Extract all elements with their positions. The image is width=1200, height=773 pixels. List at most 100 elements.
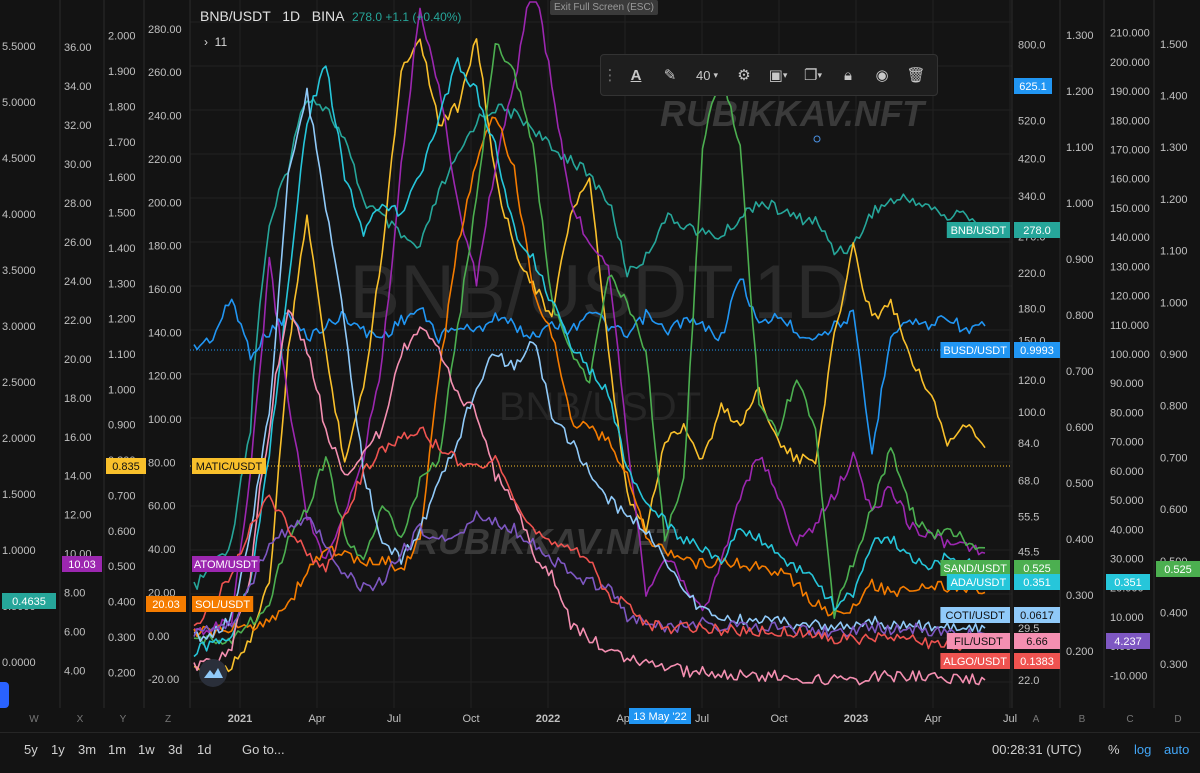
y-tick-label-right: 1.300 <box>1066 30 1094 42</box>
legend-interval: 1D <box>282 8 301 24</box>
y-tick-label-left: 26.00 <box>64 237 92 249</box>
y-tick-label-right: 68.0 <box>1018 475 1039 487</box>
y-tick-label-left: 2.5000 <box>2 377 36 389</box>
drawing-toolbar: ⋮ A ✎ 40 ▾ ⚙ ▣ ▾ ❐ ▾ 🔒︎ ◉ 🗑︎ <box>600 54 938 96</box>
y-tick-label-right: 800.0 <box>1018 39 1046 51</box>
y-tick-label-right: 0.900 <box>1066 254 1094 266</box>
y-tick-label-left: 140.00 <box>148 327 182 339</box>
series-tag: ALGO/USDT 0.1383 <box>940 653 1060 669</box>
timeframe-1m[interactable]: 1m <box>108 742 126 757</box>
y-tick-label-left: 28.00 <box>64 198 92 210</box>
series-tag-value: 278.0 <box>1023 225 1051 237</box>
scale-letter: B <box>1079 714 1086 725</box>
series-tag-name: ATOM/USDT <box>194 559 258 571</box>
y-tick-label-right: 520.0 <box>1018 116 1046 128</box>
y-tick-label-left: 0.200 <box>108 667 136 679</box>
scale-letter: D <box>1174 714 1181 725</box>
gear-icon[interactable]: ⚙ <box>727 55 761 95</box>
y-tick-label-left: 80.00 <box>148 457 176 469</box>
font-size-select[interactable]: 40 ▾ <box>687 55 727 95</box>
y-tick-label-left: 18.00 <box>64 393 92 405</box>
y-tick-label-right: 84.0 <box>1018 438 1039 450</box>
log-scale-button[interactable]: log <box>1134 742 1151 757</box>
y-tick-label-right: 100.0 <box>1018 407 1046 419</box>
y-tick-label-left: 3.5000 <box>2 265 36 277</box>
y-tick-label-right: 10.000 <box>1110 612 1144 624</box>
y-tick-label-right: 190.000 <box>1110 86 1150 98</box>
chevron-right-icon: › <box>204 35 208 49</box>
drag-handle-icon[interactable]: ⋮ <box>601 55 619 95</box>
y-tick-label-left: 1.000 <box>108 384 136 396</box>
x-tick-label: 2023 <box>844 713 868 725</box>
indicators-toggle[interactable]: › 11 <box>204 35 227 49</box>
eye-icon[interactable]: ◉ <box>865 55 899 95</box>
series-tag: FIL/USDT 6.66 <box>946 633 1060 649</box>
y-tick-label-right: 0.600 <box>1160 504 1188 516</box>
text-color-button[interactable]: A <box>619 55 653 95</box>
timeframe-3d[interactable]: 3d <box>168 742 182 757</box>
legend-symbol: BNB/USDT <box>200 8 271 24</box>
x-tick-label: 2022 <box>536 713 560 725</box>
y-tick-label-left: 4.00 <box>64 666 85 678</box>
y-tick-label-right: 130.000 <box>1110 261 1150 273</box>
chart-stage[interactable]: BNB/USDT 1D BNB/USDT RUBIKKAV.NFT RUBIKKAV.… <box>0 0 1200 768</box>
y-tick-label-right: 200.000 <box>1110 57 1150 69</box>
scale-letter: Z <box>165 714 171 725</box>
exit-fullscreen-button[interactable]: Exit Full Screen (ESC) <box>550 0 658 15</box>
y-tick-label-left: 1.900 <box>108 66 136 78</box>
y-tick-label-right: 1.200 <box>1160 194 1188 206</box>
y-tick-label-left: 5.0000 <box>2 97 36 109</box>
timeframe-3m[interactable]: 3m <box>78 742 96 757</box>
template-icon[interactable]: ▣ ▾ <box>761 55 795 95</box>
sidebar-expand-handle[interactable] <box>0 682 9 708</box>
timeframe-1y[interactable]: 1y <box>51 742 65 757</box>
timeframe-1w[interactable]: 1w <box>138 742 155 757</box>
pencil-icon[interactable]: ✎ <box>653 55 687 95</box>
y-tick-label-left: 4.5000 <box>2 153 36 165</box>
y-tick-label-left: 0.400 <box>108 597 136 609</box>
timeframe-1d[interactable]: 1d <box>197 742 211 757</box>
y-tick-label-right: 0.200 <box>1066 646 1094 658</box>
chart-svg[interactable]: BNB/USDT 1DBNB/USDTRUBIKKAV.NFTRUBIKKAV.… <box>0 0 1200 768</box>
y-tick-label-right: 0.400 <box>1160 607 1188 619</box>
axis-price-tag: 20.03 <box>152 599 180 611</box>
y-tick-label-left: 160.00 <box>148 284 182 296</box>
y-tick-label-right: 30.000 <box>1110 554 1144 566</box>
x-tick-label: Oct <box>462 713 479 725</box>
y-tick-label-right: -10.000 <box>1110 670 1147 682</box>
goto-button[interactable]: Go to... <box>242 742 285 757</box>
watermark-sub: BNB/USDT <box>499 385 701 429</box>
y-tick-label-left: 1.200 <box>108 314 136 326</box>
y-tick-label-left: 1.700 <box>108 137 136 149</box>
y-tick-label-left: 1.0000 <box>2 545 36 557</box>
y-tick-label-left: 8.00 <box>64 588 85 600</box>
y-tick-label-right: 1.100 <box>1160 246 1188 258</box>
y-tick-label-right: 0.700 <box>1066 366 1094 378</box>
y-tick-label-right: 180.0 <box>1018 303 1046 315</box>
series-tag-name: FIL/USDT <box>954 636 1003 648</box>
y-tick-label-right: 170.000 <box>1110 144 1150 156</box>
y-tick-label-right: 0.600 <box>1066 422 1094 434</box>
timeframe-5y[interactable]: 5y <box>24 742 38 757</box>
y-tick-label-left: 2.000 <box>108 31 136 43</box>
y-tick-label-right: 1.300 <box>1160 142 1188 154</box>
auto-scale-button[interactable]: auto <box>1164 742 1189 757</box>
y-tick-label-right: 1.400 <box>1160 91 1188 103</box>
y-tick-label-right: 40.000 <box>1110 524 1144 536</box>
tradingview-logo[interactable] <box>199 659 227 687</box>
chevron-down-icon: ▾ <box>817 69 822 80</box>
y-tick-label-left: 34.00 <box>64 81 92 93</box>
trash-icon[interactable]: 🗑︎ <box>899 55 933 95</box>
y-tick-label-left: 220.00 <box>148 154 182 166</box>
y-tick-label-right: 0.700 <box>1160 452 1188 464</box>
y-tick-label-right: 22.0 <box>1018 675 1039 687</box>
series-tag-name: SAND/USDT <box>943 563 1007 575</box>
y-tick-label-right: 1.200 <box>1066 86 1094 98</box>
percent-scale-button[interactable]: % <box>1108 742 1120 757</box>
lock-icon[interactable]: 🔒︎ <box>831 55 865 95</box>
y-tick-label-left: 40.00 <box>148 544 176 556</box>
y-tick-label-right: 70.000 <box>1110 437 1144 449</box>
y-tick-label-left: 0.600 <box>108 526 136 538</box>
scale-letter: A <box>1033 714 1040 725</box>
copy-icon[interactable]: ❐ ▾ <box>795 55 831 95</box>
